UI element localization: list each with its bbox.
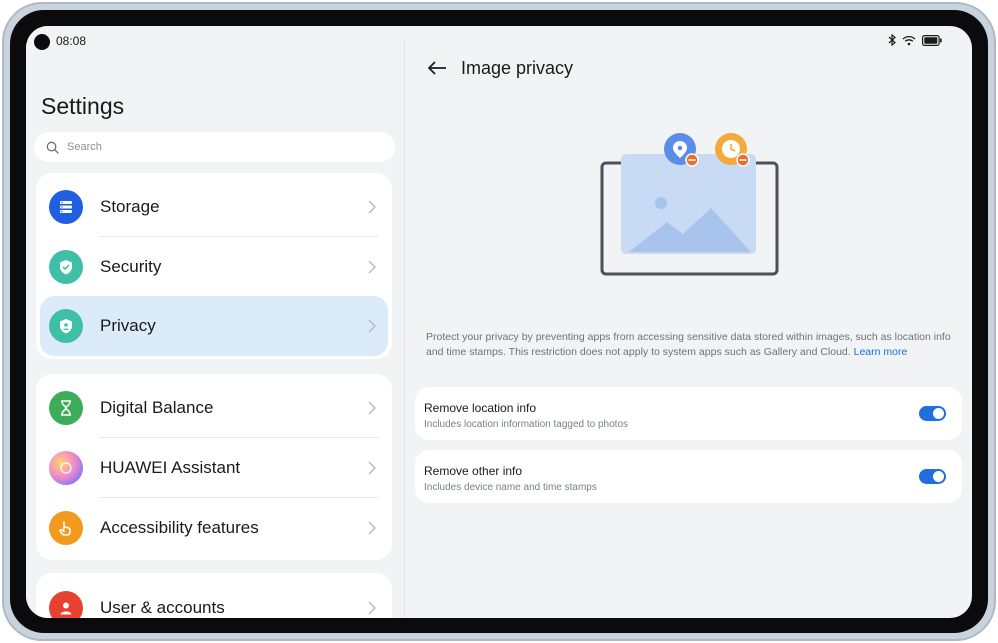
settings-pane: Settings Storage [26, 26, 404, 618]
storage-icon [49, 190, 83, 224]
settings-group-system: Storage Security Privacy [36, 173, 392, 359]
settings-item-huawei-assistant[interactable]: HUAWEI Assistant [36, 438, 392, 498]
hand-icon [49, 511, 83, 545]
toggle-knob [933, 471, 944, 482]
settings-item-user-accounts[interactable]: User & accounts [36, 578, 392, 618]
chevron-right-icon [368, 200, 376, 214]
screen: Settings Storage [26, 26, 972, 618]
arrow-left-icon [427, 61, 446, 75]
settings-item-label: Storage [100, 197, 160, 216]
remove-location-info-option[interactable]: Remove location info Includes location i… [415, 387, 962, 440]
status-bar: 08:08 [26, 26, 972, 56]
status-icons [888, 34, 942, 46]
settings-item-label: Accessibility features [100, 518, 259, 537]
settings-item-privacy[interactable]: Privacy [40, 296, 388, 356]
toggle-knob [933, 408, 944, 419]
hourglass-icon [49, 391, 83, 425]
chevron-right-icon [368, 601, 376, 615]
assistant-icon [49, 451, 83, 485]
option-subtitle: Includes device name and time stamps [424, 482, 597, 493]
image-privacy-illustration-icon [599, 130, 784, 280]
chevron-right-icon [368, 521, 376, 535]
learn-more-link[interactable]: Learn more [854, 346, 908, 358]
search-icon [46, 141, 59, 154]
option-title: Remove location info [424, 401, 537, 415]
chevron-right-icon [368, 461, 376, 475]
status-time: 08:08 [56, 34, 87, 48]
settings-item-label: HUAWEI Assistant [100, 458, 241, 477]
privacy-shield-icon [49, 309, 83, 343]
privacy-description: Protect your privacy by preventing apps … [426, 330, 956, 360]
settings-item-storage[interactable]: Storage [36, 177, 392, 237]
settings-item-security[interactable]: Security [36, 237, 392, 297]
bluetooth-icon [888, 34, 896, 46]
settings-group-accounts: User & accounts [36, 573, 392, 618]
search-bar[interactable] [34, 132, 395, 162]
remove-other-info-option[interactable]: Remove other info Includes device name a… [415, 450, 962, 503]
page-title: Image privacy [461, 58, 574, 78]
battery-icon [922, 34, 942, 46]
settings-title: Settings [41, 93, 125, 119]
settings-item-label: Security [100, 257, 162, 276]
chevron-right-icon [368, 401, 376, 415]
chevron-right-icon [368, 260, 376, 274]
settings-item-accessibility[interactable]: Accessibility features [36, 498, 392, 558]
settings-item-label: Privacy [100, 316, 156, 335]
shield-check-icon [49, 250, 83, 284]
settings-item-label: Digital Balance [100, 398, 214, 417]
search-input[interactable] [67, 141, 347, 153]
front-camera [34, 34, 50, 50]
image-privacy-pane: Image privacy Protect your privacy by pr… [405, 26, 972, 618]
wifi-icon [902, 35, 916, 45]
back-button[interactable] [425, 56, 449, 80]
settings-item-label: User & accounts [100, 598, 225, 617]
chevron-right-icon [368, 319, 376, 333]
remove-other-info-toggle[interactable] [919, 469, 946, 484]
settings-item-digital-balance[interactable]: Digital Balance [36, 378, 392, 438]
user-icon [49, 591, 83, 618]
option-title: Remove other info [424, 464, 523, 478]
settings-group-features: Digital Balance HUAWEI Assistant Accessi… [36, 374, 392, 560]
remove-location-info-toggle[interactable] [919, 406, 946, 421]
option-subtitle: Includes location information tagged to … [424, 419, 629, 430]
